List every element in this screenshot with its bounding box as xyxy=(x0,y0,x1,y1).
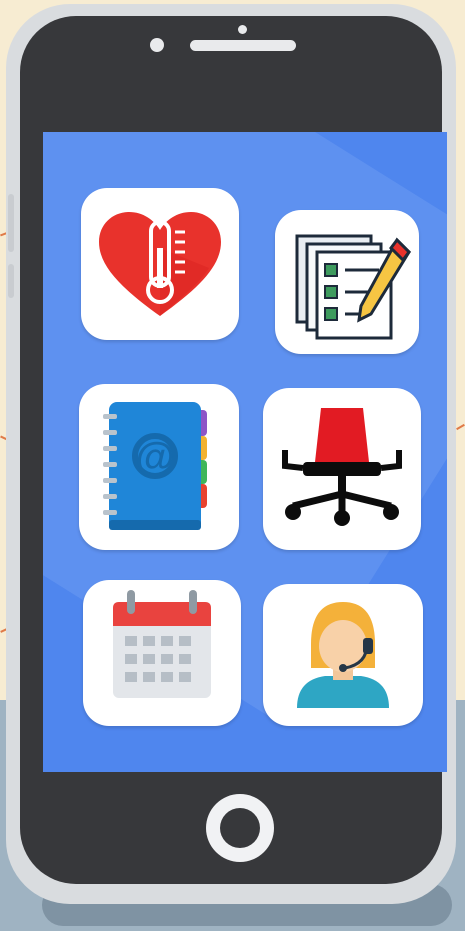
checklist-pencil-icon xyxy=(295,234,411,340)
side-button[interactable] xyxy=(8,264,14,298)
svg-text:@: @ xyxy=(135,435,174,479)
health-thermometer-heart-icon xyxy=(99,212,221,316)
app-support[interactable] xyxy=(263,584,423,726)
app-contacts[interactable]: @ xyxy=(79,384,239,550)
app-health[interactable] xyxy=(81,188,239,340)
calendar-icon xyxy=(113,590,211,698)
phone-screen: @ xyxy=(43,132,447,772)
front-camera xyxy=(238,25,247,34)
side-button[interactable] xyxy=(8,194,14,252)
home-button[interactable] xyxy=(206,794,274,862)
address-book-icon: @ xyxy=(103,402,207,530)
earpiece-speaker xyxy=(190,40,296,51)
support-agent-headset-icon xyxy=(297,602,389,708)
front-sensor xyxy=(150,38,164,52)
app-tasks[interactable] xyxy=(275,210,419,354)
app-calendar[interactable] xyxy=(83,580,241,726)
app-workplace[interactable] xyxy=(263,388,421,550)
office-chair-icon xyxy=(282,408,402,526)
decorative-line-right xyxy=(456,423,465,431)
home-button-center xyxy=(220,808,260,848)
